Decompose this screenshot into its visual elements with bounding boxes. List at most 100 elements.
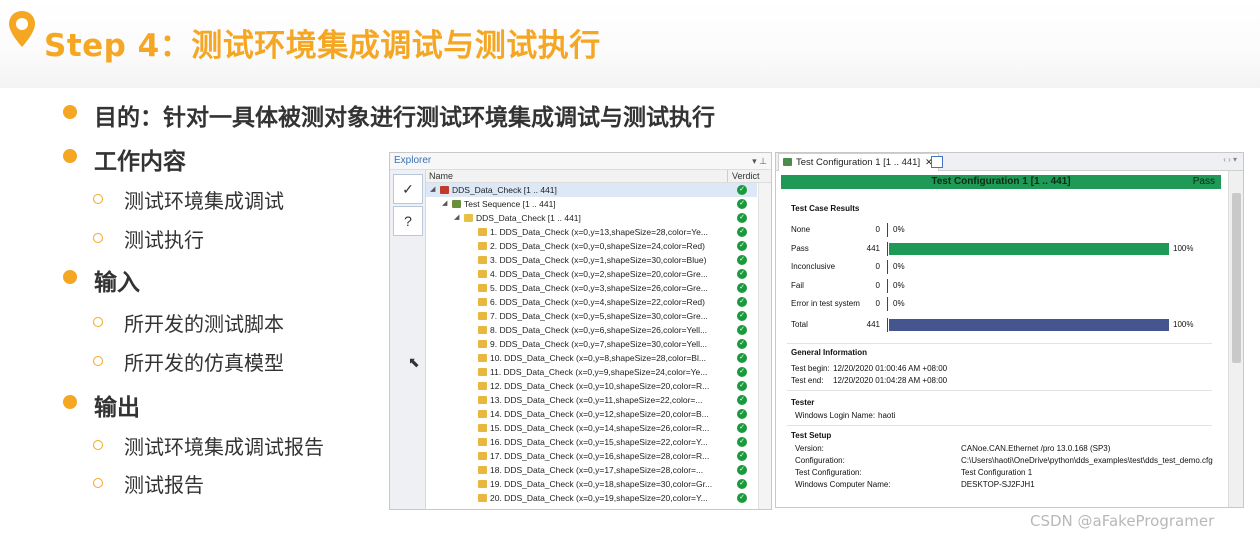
tree-row-test-case[interactable]: 18. DDS_Data_Check (x=0,y=17,shapeSize=2…	[426, 463, 757, 477]
test-case-icon	[478, 354, 487, 362]
tree-row-test-case[interactable]: 13. DDS_Data_Check (x=0,y=11,shapeSize=2…	[426, 393, 757, 407]
tree-row-test-case[interactable]: 15. DDS_Data_Check (x=0,y=14,shapeSize=2…	[426, 421, 757, 435]
verdict-pass-icon: ✓	[737, 199, 747, 209]
verdict-pass-icon: ✓	[737, 479, 747, 489]
result-percent: 0%	[893, 280, 905, 290]
test-case-icon	[478, 396, 487, 404]
tree-row-test-case[interactable]: 17. DDS_Data_Check (x=0,y=16,shapeSize=2…	[426, 449, 757, 463]
test-case-icon	[478, 410, 487, 418]
watermark: CSDN @aFakeProgramer	[1030, 512, 1215, 530]
verdict-pass-icon: ✓	[737, 241, 747, 251]
tree-row-test-case[interactable]: 11. DDS_Data_Check (x=0,y=9,shapeSize=24…	[426, 365, 757, 379]
result-count: 0	[875, 299, 880, 308]
sub-bullet: 所开发的测试脚本	[93, 308, 284, 337]
tree-rows: ◢ DDS_Data_Check [1 .. 441] ✓ ◢ Test Seq…	[426, 183, 771, 509]
tree-row-test-case[interactable]: 3. DDS_Data_Check (x=0,y=1,shapeSize=30,…	[426, 253, 757, 267]
report-scrollbar[interactable]	[1228, 171, 1243, 507]
tree-label: 4. DDS_Data_Check (x=0,y=2,shapeSize=20,…	[490, 269, 708, 279]
tree-row-test-case[interactable]: 19. DDS_Data_Check (x=0,y=18,shapeSize=3…	[426, 477, 757, 491]
help-icon[interactable]: ?	[393, 206, 423, 236]
tree-row-test-case[interactable]: 10. DDS_Data_Check (x=0,y=8,shapeSize=28…	[426, 351, 757, 365]
tree-label: DDS_Data_Check [1 .. 441]	[476, 213, 581, 223]
result-axis	[887, 260, 888, 274]
tree-row-root[interactable]: ◢ DDS_Data_Check [1 .. 441] ✓	[426, 183, 757, 197]
tree-label: 10. DDS_Data_Check (x=0,y=8,shapeSize=28…	[490, 353, 706, 363]
verdict-pass-icon: ✓	[737, 409, 747, 419]
explorer-grid: Name Verdict ◢ DDS_Data_Check [1 .. 441]…	[426, 170, 771, 509]
tree-row-test-case[interactable]: 20. DDS_Data_Check (x=0,y=19,shapeSize=2…	[426, 491, 757, 505]
bullet-work: 工作内容	[63, 142, 186, 176]
folder-icon	[464, 214, 473, 222]
test-end-value: 12/20/2020 01:04:28 AM +08:00	[833, 376, 948, 385]
verdict-pass-icon: ✓	[737, 353, 747, 363]
tree-label: 7. DDS_Data_Check (x=0,y=5,shapeSize=30,…	[490, 311, 708, 321]
test-case-icon	[478, 298, 487, 306]
tree-row-test-case[interactable]: 12. DDS_Data_Check (x=0,y=10,shapeSize=2…	[426, 379, 757, 393]
test-case-icon	[478, 340, 487, 348]
tree-row-test-case[interactable]: 2. DDS_Data_Check (x=0,y=0,shapeSize=24,…	[426, 239, 757, 253]
column-verdict[interactable]: Verdict	[727, 170, 760, 182]
tree-row-test-case[interactable]: 16. DDS_Data_Check (x=0,y=15,shapeSize=2…	[426, 435, 757, 449]
explorer-title: Explorer	[394, 155, 432, 166]
tab-scroll-arrows-icon[interactable]: ‹ › ▾	[1223, 155, 1237, 164]
tree-row-test-case[interactable]: 4. DDS_Data_Check (x=0,y=2,shapeSize=20,…	[426, 267, 757, 281]
sub-bullet-text: 测试环境集成调试	[124, 189, 284, 213]
tree-row-group[interactable]: ◢ DDS_Data_Check [1 .. 441] ✓	[426, 211, 757, 225]
result-count: 0	[875, 280, 880, 290]
bullet-output: 输出	[63, 388, 140, 422]
results-heading: Test Case Results	[791, 204, 860, 213]
verdict-pass-icon: ✓	[737, 255, 747, 265]
tab-test-configuration[interactable]: Test Configuration 1 [1 .. 441] ✕	[778, 153, 939, 171]
slide-title: Step 4：测试环境集成调试与测试执行	[44, 28, 601, 64]
tree-label: 8. DDS_Data_Check (x=0,y=6,shapeSize=26,…	[490, 325, 708, 335]
test-tree-icon[interactable]: ✓	[393, 174, 423, 204]
verdict-pass-icon: ✓	[737, 185, 747, 195]
tree-label: 1. DDS_Data_Check (x=0,y=13,shapeSize=28…	[490, 227, 708, 237]
report-tabbar: Test Configuration 1 [1 .. 441] ✕ ‹ › ▾	[776, 153, 1243, 171]
explorer-sidebar: ✓ ?	[390, 170, 426, 509]
verdict-banner: Test Configuration 1 [1 .. 441] Pass	[781, 175, 1221, 189]
tree-row-sequence[interactable]: ◢ Test Sequence [1 .. 441] ✓	[426, 197, 757, 211]
tree-label: 11. DDS_Data_Check (x=0,y=9,shapeSize=24…	[490, 367, 708, 377]
verdict-pass-icon: ✓	[737, 493, 747, 503]
collapse-arrow-icon[interactable]: ◢	[442, 197, 447, 211]
result-axis	[887, 278, 888, 293]
sub-bullet-ring	[93, 194, 103, 204]
report-tab-icon	[783, 158, 792, 166]
scroll-thumb[interactable]	[1232, 193, 1241, 363]
sub-bullet: 测试执行	[93, 224, 204, 253]
tree-label: 13. DDS_Data_Check (x=0,y=11,shapeSize=2…	[490, 395, 703, 405]
test-case-icon	[478, 466, 487, 474]
setup-key: Windows Computer Name:	[795, 480, 891, 489]
tree-row-test-case[interactable]: 7. DDS_Data_Check (x=0,y=5,shapeSize=30,…	[426, 309, 757, 323]
verdict-pass-icon: ✓	[737, 423, 747, 433]
verdict-pass-icon: ✓	[737, 283, 747, 293]
tree-row-test-case[interactable]: 8. DDS_Data_Check (x=0,y=6,shapeSize=26,…	[426, 323, 757, 337]
setup-value: DESKTOP-SJ2FJH1	[961, 480, 1035, 489]
test-case-icon	[478, 368, 487, 376]
verdict-pass-icon: ✓	[737, 381, 747, 391]
sub-bullet-text: 测试报告	[124, 473, 204, 497]
test-case-icon	[478, 312, 487, 320]
tree-row-test-case[interactable]: 1. DDS_Data_Check (x=0,y=13,shapeSize=28…	[426, 225, 757, 239]
collapse-arrow-icon[interactable]: ◢	[454, 211, 459, 225]
test-case-icon	[478, 270, 487, 278]
setup-key: Version:	[795, 444, 824, 453]
explorer-pin-controls[interactable]: ▾ ⊥	[752, 153, 767, 169]
verdict-pass-icon: ✓	[737, 311, 747, 321]
explorer-scrollbar[interactable]	[758, 183, 771, 509]
slide-header: Step 4：测试环境集成调试与测试执行	[0, 0, 1260, 90]
tree-row-test-case[interactable]: 9. DDS_Data_Check (x=0,y=7,shapeSize=30,…	[426, 337, 757, 351]
verdict-pass-icon: ✓	[737, 227, 747, 237]
tree-label: 15. DDS_Data_Check (x=0,y=14,shapeSize=2…	[490, 423, 710, 433]
column-name[interactable]: Name	[429, 170, 453, 182]
new-tab-icon[interactable]	[931, 156, 943, 168]
tree-row-test-case[interactable]: 14. DDS_Data_Check (x=0,y=12,shapeSize=2…	[426, 407, 757, 421]
result-percent: 0%	[893, 225, 905, 234]
collapse-arrow-icon[interactable]: ◢	[430, 183, 435, 197]
tree-row-test-case[interactable]: 5. DDS_Data_Check (x=0,y=3,shapeSize=26,…	[426, 281, 757, 295]
location-pin-icon	[9, 11, 35, 47]
tree-row-test-case[interactable]: 6. DDS_Data_Check (x=0,y=4,shapeSize=22,…	[426, 295, 757, 309]
tree-label: 6. DDS_Data_Check (x=0,y=4,shapeSize=22,…	[490, 297, 705, 307]
test-case-icon	[478, 480, 487, 488]
